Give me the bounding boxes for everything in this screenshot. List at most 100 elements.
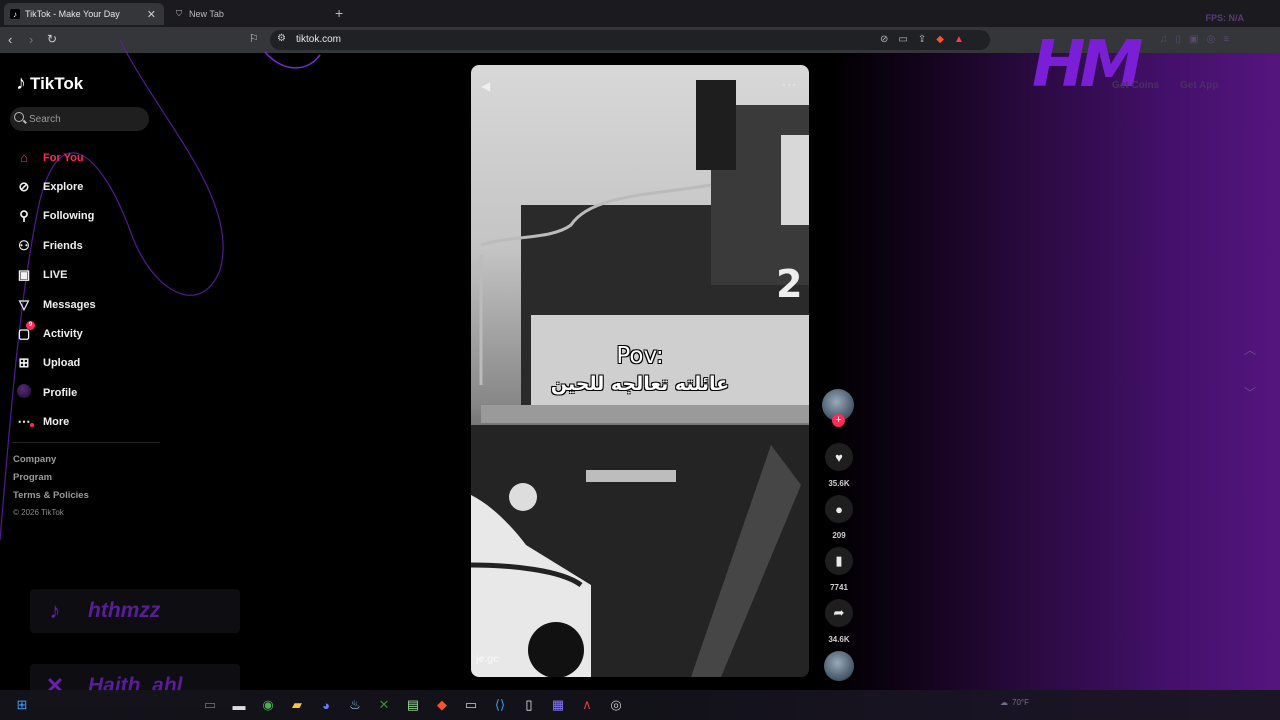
sidebar-item-for-you[interactable]: ⌂ For You xyxy=(14,143,96,172)
tiktok-favicon-icon: ♪ xyxy=(10,9,20,19)
browser-tab-bar: ♪ TikTok - Make Your Day ✕ ⛉ New Tab + F… xyxy=(0,0,1280,27)
vscode-icon[interactable]: ⟨⟩ xyxy=(490,695,510,715)
media-app-icon[interactable]: ▦ xyxy=(548,695,568,715)
comment-action[interactable]: ● 209 xyxy=(822,495,856,541)
following-icon: ⚲ xyxy=(19,208,29,224)
sidebar-item-messages[interactable]: ▽ Messages xyxy=(14,290,96,319)
messages-icon: ▽ xyxy=(19,296,29,312)
previous-video-icon[interactable]: ︿ xyxy=(1244,341,1256,358)
brave-shield-icon[interactable]: ◆ xyxy=(936,34,944,45)
widget-icon[interactable]: ▬ xyxy=(229,695,249,715)
live-icon: ▣ xyxy=(17,267,31,283)
video-more-icon[interactable]: ··· xyxy=(782,77,797,91)
sidebar-toggle-icon[interactable]: ▯ xyxy=(1176,34,1182,45)
store-icon[interactable]: ▤ xyxy=(403,695,423,715)
taskbar-icons: ⊞ ▭ ▬ ◉ ▰ ◕ ♨ ✕ ▤ ◆ ▭ ⟨⟩ ▯ ▦ ∧ ◎ xyxy=(12,695,626,715)
brave-rewards-icon[interactable]: ▲ xyxy=(954,34,964,45)
sidebar-item-label: Upload xyxy=(43,357,81,370)
video-caption-title: Pov: xyxy=(616,343,664,369)
vpn-icon[interactable]: ◎ xyxy=(1206,34,1215,45)
activity-badge: 9 xyxy=(26,321,35,331)
reload-icon[interactable]: ↻ xyxy=(47,32,57,46)
save-action[interactable]: ▮ 7741 xyxy=(822,547,856,593)
tiktok-logo[interactable]: ♪ TikTok xyxy=(16,72,83,95)
sidebar-item-label: Profile xyxy=(43,386,78,399)
address-bar-actions: ⊘ ▭ ⇪ ◆ ▲ xyxy=(880,34,964,45)
sidebar-footer: Company Program Terms & Policies © 2026 … xyxy=(13,454,89,517)
discord-icon[interactable]: ◕ xyxy=(316,695,336,715)
comment-icon[interactable]: ● xyxy=(825,495,853,523)
next-video-icon[interactable]: ﹀ xyxy=(1244,384,1256,401)
follow-plus-icon[interactable]: + xyxy=(832,414,845,427)
video-frame: 2 xyxy=(471,80,809,677)
browser-extension-icons: ♫ ▯ ▣ ◎ ≡ xyxy=(1160,34,1229,45)
share-icon[interactable]: ⇪ xyxy=(918,34,926,45)
brave-icon[interactable]: ◆ xyxy=(432,695,452,715)
wallet-icon[interactable]: ▣ xyxy=(1189,34,1198,45)
document-icon[interactable]: ▯ xyxy=(519,695,539,715)
no-tracking-icon[interactable]: ⊘ xyxy=(880,34,888,45)
video-player[interactable]: 2 ◀ ··· Pov: عائلته تعالجه للحين je.gc xyxy=(471,65,809,677)
steam-icon[interactable]: ♨ xyxy=(345,695,365,715)
footer-link-company[interactable]: Company xyxy=(13,454,89,472)
sidebar-item-following[interactable]: ⚲ Following xyxy=(14,202,96,231)
share-count: 34.6K xyxy=(828,635,850,644)
taskview-icon[interactable]: ▭ xyxy=(200,695,220,715)
get-coins-link[interactable]: Get Coins xyxy=(1112,80,1159,91)
comment-count: 209 xyxy=(832,531,846,540)
creator-avatar[interactable]: + xyxy=(822,389,854,427)
sidebar-item-more[interactable]: ⋯ More xyxy=(14,408,96,437)
get-app-link[interactable]: Get App xyxy=(1180,80,1219,91)
search-box[interactable] xyxy=(10,107,149,131)
tab-tiktok[interactable]: ♪ TikTok - Make Your Day ✕ xyxy=(4,3,164,25)
stream-backdrop xyxy=(830,53,1280,720)
adobe-icon[interactable]: ∧ xyxy=(577,695,597,715)
close-tab-icon[interactable]: ✕ xyxy=(147,8,156,21)
terminal-icon[interactable]: ▭ xyxy=(461,695,481,715)
chrome-icon[interactable]: ◉ xyxy=(258,695,278,715)
windows-start-icon[interactable]: ⊞ xyxy=(12,695,32,715)
sidebar-item-explore[interactable]: ⊘ Explore xyxy=(14,172,96,201)
menu-icon[interactable]: ≡ xyxy=(1223,34,1229,45)
forward-arrow-icon[interactable]: › xyxy=(29,32,33,47)
logo-text: TikTok xyxy=(30,73,84,93)
tiktok-handle: hthmzz xyxy=(88,599,161,622)
heart-icon[interactable]: ♥ xyxy=(825,443,853,471)
xbox-icon[interactable]: ✕ xyxy=(374,695,394,715)
footer-link-program[interactable]: Program xyxy=(13,472,89,490)
system-tray: ☁ 70°F xyxy=(1000,698,1029,707)
weather-temp[interactable]: 70°F xyxy=(1012,698,1029,707)
like-action[interactable]: ♥ 35.6K xyxy=(822,443,856,489)
sidebar-item-friends[interactable]: ⚇ Friends xyxy=(14,231,96,260)
footer-link-terms[interactable]: Terms & Policies xyxy=(13,490,89,508)
sidebar-item-label: LIVE xyxy=(43,269,68,282)
sidebar-item-activity[interactable]: ▢ 9 Activity xyxy=(14,319,96,348)
sidebar-item-profile[interactable]: Profile xyxy=(14,378,96,407)
mute-icon[interactable]: ◀ xyxy=(481,79,490,93)
save-count: 7741 xyxy=(830,583,848,592)
search-input[interactable] xyxy=(29,111,139,127)
back-arrow-icon[interactable]: ‹ xyxy=(8,32,12,47)
sidebar-item-live[interactable]: ▣ LIVE xyxy=(14,261,96,290)
tiktok-handle-overlay: ♪ hthmzz xyxy=(30,589,240,633)
tab-new-tab[interactable]: ⛉ New Tab xyxy=(168,3,328,25)
site-info-icon[interactable]: ⚙ xyxy=(277,33,286,44)
sidebar-item-label: More xyxy=(43,416,70,429)
music-disc-avatar[interactable] xyxy=(824,651,854,681)
more-icon: ⋯ xyxy=(14,414,34,430)
music-icon[interactable]: ♫ xyxy=(1160,34,1168,45)
cast-icon[interactable]: ▭ xyxy=(898,34,907,45)
obs-icon[interactable]: ◎ xyxy=(606,695,626,715)
sidebar-item-label: For You xyxy=(43,151,84,164)
sidebar-nav: ⌂ For You ⊘ Explore ⚲ Following ⚇ Friend… xyxy=(14,143,96,437)
bookmark-icon[interactable]: ⚐ xyxy=(249,32,259,45)
share-arrow-icon[interactable]: ➦ xyxy=(825,599,853,627)
file-explorer-icon[interactable]: ▰ xyxy=(287,695,307,715)
sidebar-item-label: Friends xyxy=(43,239,83,252)
share-action[interactable]: ➦ 34.6K xyxy=(822,599,856,645)
bookmark-icon[interactable]: ▮ xyxy=(825,547,853,575)
tiktok-note-icon: ♪ xyxy=(16,72,26,94)
weather-icon: ☁ xyxy=(1000,698,1008,707)
new-tab-button[interactable]: + xyxy=(335,5,343,21)
sidebar-item-upload[interactable]: ⊞ Upload xyxy=(14,349,96,378)
